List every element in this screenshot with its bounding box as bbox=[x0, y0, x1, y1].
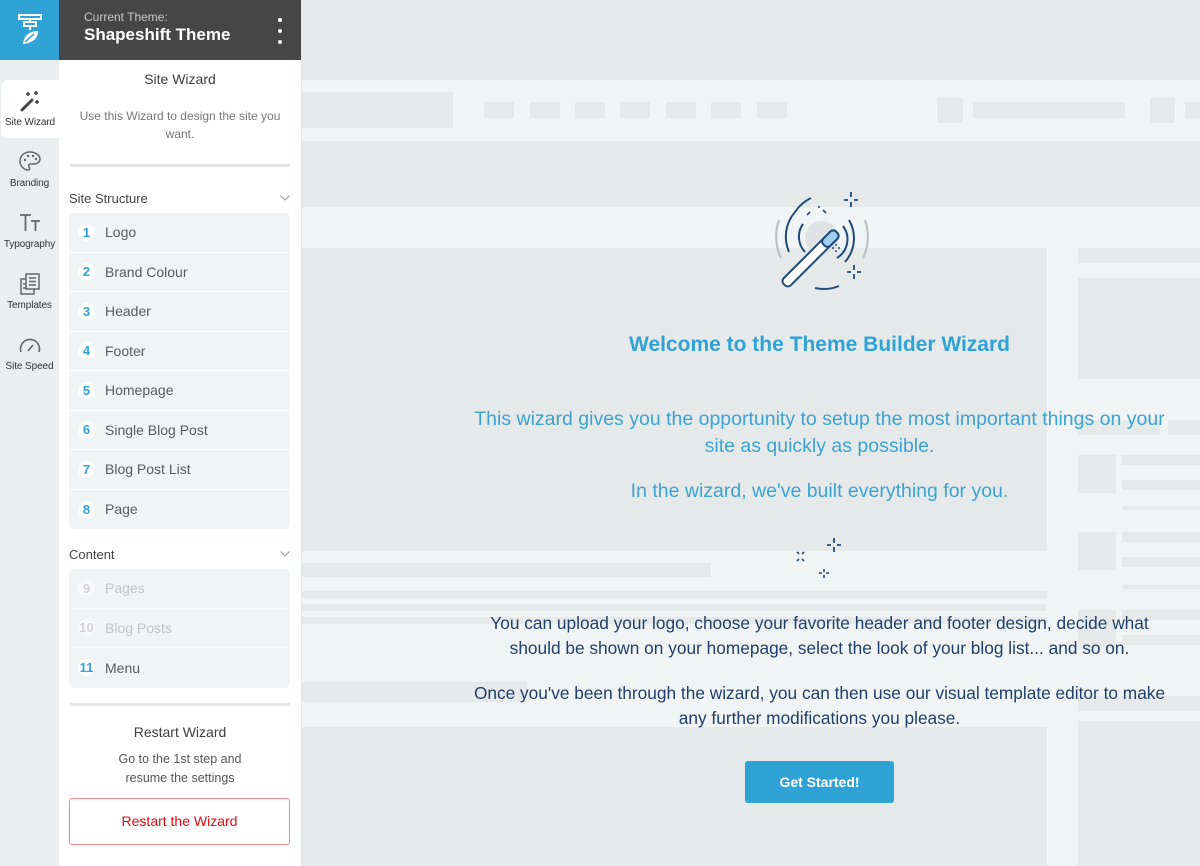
rail-item-label: Site Speed bbox=[5, 361, 54, 372]
step-number: 5 bbox=[78, 381, 95, 399]
divider bbox=[70, 702, 290, 706]
rail-item-site-speed[interactable]: Site Speed bbox=[0, 324, 59, 382]
rail-item-site-wizard[interactable]: Site Wizard bbox=[1, 80, 59, 138]
step-brand-colour[interactable]: 2 Brand Colour bbox=[69, 253, 290, 292]
rail-item-label: Templates bbox=[7, 300, 52, 311]
welcome-lead: This wizard gives you the opportunity to… bbox=[474, 408, 1165, 457]
step-number: 7 bbox=[78, 460, 95, 478]
step-label: Page bbox=[105, 501, 138, 518]
theme-name: Shapeshift Theme bbox=[84, 25, 231, 44]
divider bbox=[70, 164, 290, 167]
step-label: Brand Colour bbox=[105, 263, 188, 280]
speedometer-icon bbox=[17, 332, 43, 358]
section-title: Site Structure bbox=[69, 190, 148, 206]
step-blog-post-list[interactable]: 7 Blog Post List bbox=[69, 450, 290, 490]
rail-item-label: Branding bbox=[9, 178, 50, 189]
current-theme-label: Current Theme: bbox=[84, 10, 168, 24]
welcome-body-paragraph: Once you've been through the wizard, you… bbox=[473, 683, 1166, 728]
theme-builder-logo-icon bbox=[17, 14, 42, 44]
brand-logo[interactable] bbox=[0, 0, 59, 60]
magic-wand-icon bbox=[17, 88, 43, 114]
step-header[interactable]: 3 Header bbox=[69, 292, 290, 332]
step-logo[interactable]: 1 Logo bbox=[69, 213, 290, 253]
welcome-lead-secondary: In the wizard, we've built everything fo… bbox=[630, 480, 1009, 502]
kebab-menu-icon[interactable] bbox=[273, 18, 287, 44]
magic-wand-illustration bbox=[775, 192, 869, 290]
step-label: Logo bbox=[105, 224, 137, 241]
welcome-title: Welcome to the Theme Builder Wizard bbox=[629, 333, 1010, 356]
step-label: Blog Posts bbox=[105, 619, 172, 636]
rail-item-branding[interactable]: Branding bbox=[0, 141, 59, 199]
section-header-site-structure[interactable]: Site Structure bbox=[59, 188, 301, 208]
step-single-blog-post[interactable]: 6 Single Blog Post bbox=[69, 411, 290, 450]
chevron-down-icon bbox=[280, 551, 290, 557]
step-list-content: 9 Pages 10 Blog Posts 11 Menu bbox=[69, 569, 290, 688]
step-number: 10 bbox=[78, 619, 95, 637]
step-number: 1 bbox=[78, 223, 95, 241]
step-page[interactable]: 8 Page bbox=[69, 490, 290, 530]
step-label: Menu bbox=[105, 659, 141, 676]
step-number: 3 bbox=[78, 302, 95, 320]
section-header-content[interactable]: Content bbox=[59, 544, 301, 564]
panel-title: Site Wizard bbox=[144, 71, 216, 87]
icon-rail: Site Wizard Branding Typography Template… bbox=[0, 0, 59, 866]
step-number: 6 bbox=[78, 421, 95, 439]
step-label: Footer bbox=[105, 342, 146, 359]
restart-description: Go to the 1st step and resume the settin… bbox=[59, 750, 301, 788]
panel-header: Current Theme: Shapeshift Theme bbox=[59, 0, 301, 60]
step-number: 8 bbox=[78, 500, 95, 518]
rail-item-label: Typography bbox=[3, 239, 56, 250]
step-blog-posts: 10 Blog Posts bbox=[69, 609, 290, 648]
chevron-down-icon bbox=[280, 195, 290, 201]
step-homepage[interactable]: 5 Homepage bbox=[69, 371, 290, 411]
sparkles-icon bbox=[796, 538, 841, 578]
step-pages: 9 Pages bbox=[69, 569, 290, 609]
step-label: Homepage bbox=[105, 382, 174, 399]
step-number: 9 bbox=[78, 579, 95, 597]
welcome-content: Welcome to the Theme Builder Wizard This… bbox=[302, 0, 1200, 866]
step-number: 4 bbox=[78, 342, 95, 360]
step-menu[interactable]: 11 Menu bbox=[69, 648, 290, 688]
rail-item-templates[interactable]: Templates bbox=[0, 263, 59, 321]
typography-icon bbox=[17, 210, 43, 236]
restart-description-line: Go to the 1st step and bbox=[118, 751, 242, 766]
step-footer[interactable]: 4 Footer bbox=[69, 332, 290, 371]
wizard-panel: Current Theme: Shapeshift Theme Site Wiz… bbox=[59, 0, 302, 866]
get-started-button[interactable]: Get Started! bbox=[745, 761, 894, 803]
rail-item-typography[interactable]: Typography bbox=[0, 202, 59, 260]
step-label: Blog Post List bbox=[105, 461, 191, 478]
templates-icon bbox=[17, 271, 43, 297]
step-number: 2 bbox=[78, 263, 95, 281]
step-list-site-structure: 1 Logo 2 Brand Colour 3 Header 4 Footer 5 Hom… bbox=[69, 213, 290, 529]
step-label: Header bbox=[105, 303, 151, 320]
restart-title: Restart Wizard bbox=[133, 723, 227, 740]
step-number: 11 bbox=[78, 659, 95, 677]
palette-icon bbox=[17, 149, 43, 175]
panel-description: Use this Wizard to design the site you w… bbox=[79, 109, 281, 141]
step-label: Pages bbox=[105, 580, 145, 597]
restart-wizard-button[interactable]: Restart the Wizard bbox=[69, 797, 290, 845]
rail-item-label: Site Wizard bbox=[4, 117, 56, 128]
restart-description-line: resume the settings bbox=[125, 770, 235, 785]
section-title: Content bbox=[69, 546, 115, 562]
welcome-body-paragraph: You can upload your logo, choose your fa… bbox=[490, 613, 1149, 658]
step-label: Single Blog Post bbox=[105, 421, 208, 438]
